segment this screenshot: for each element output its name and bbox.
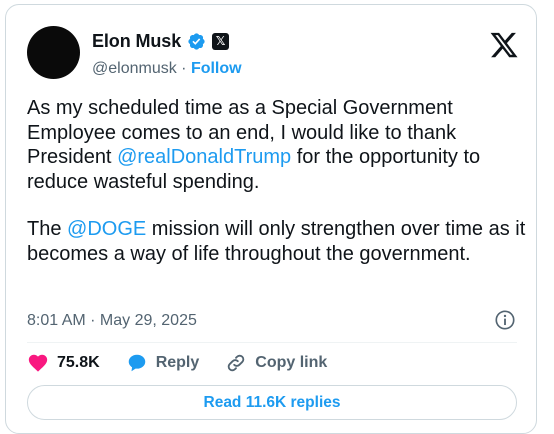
tweet-text-segment: The (27, 218, 68, 240)
tweet-text: As my scheduled time as a Special Govern… (27, 96, 527, 266)
tweet-paragraph-2: The @DOGE mission will only strengthen o… (27, 217, 527, 266)
info-icon[interactable] (494, 309, 516, 331)
like-count: 75.8K (57, 354, 100, 371)
reply-label: Reply (155, 354, 200, 371)
divider (27, 342, 517, 343)
author-name[interactable]: Elon Musk (92, 31, 181, 52)
reply-button[interactable]: Reply (126, 352, 200, 374)
x-badge-icon: 𝕏 (212, 33, 230, 50)
link-icon (228, 354, 245, 372)
reply-bubble-icon (128, 354, 145, 372)
copy-link-label: Copy link (255, 354, 328, 371)
heart-icon (28, 354, 48, 372)
mention-realdonaldtrump-link[interactable]: @realDonaldTrump (117, 146, 291, 168)
handle-separator: · (176, 60, 191, 77)
author-handle[interactable]: @elonmusk (92, 60, 177, 77)
handle-row: @elonmusk · Follow (92, 60, 242, 78)
author-name-row: Elon Musk 𝕏 (92, 31, 230, 52)
copy-link-button[interactable]: Copy link (225, 352, 327, 374)
like-button[interactable]: 75.8K (27, 352, 100, 374)
avatar[interactable] (27, 26, 80, 79)
verified-badge-icon (188, 33, 205, 50)
action-bar: 75.8K Reply Copy link (27, 352, 353, 374)
read-replies-button[interactable]: Read 11.6K replies (27, 385, 517, 420)
tweet-timestamp[interactable]: 8:01 AM · May 29, 2025 (27, 312, 197, 330)
follow-button[interactable]: Follow (191, 60, 242, 77)
mention-doge-link[interactable]: @DOGE (67, 218, 146, 240)
tweet-paragraph-1: As my scheduled time as a Special Govern… (27, 96, 527, 194)
x-logo-icon[interactable] (489, 30, 519, 60)
